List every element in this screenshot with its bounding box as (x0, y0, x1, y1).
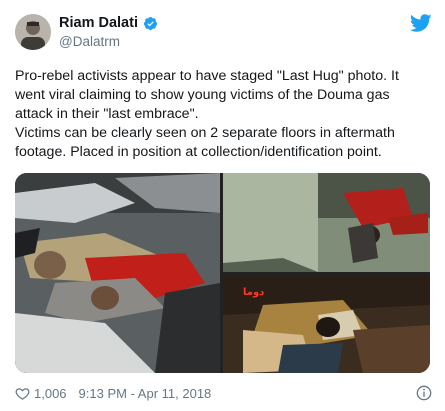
avatar-image (15, 14, 51, 50)
info-icon[interactable] (416, 385, 432, 401)
author-name-line: Riam Dalati (59, 15, 158, 31)
author-handle[interactable]: @Dalatrm (59, 34, 120, 49)
avatar[interactable] (15, 14, 51, 50)
photo-victims-floor (15, 173, 220, 373)
photo-child-red-shirt (223, 173, 430, 272)
twitter-bird-icon[interactable] (410, 12, 432, 34)
media-photo-right-bottom[interactable]: دوما (223, 275, 430, 373)
media-photo-left[interactable] (15, 173, 220, 373)
media-overlay-text: دوما (243, 287, 265, 298)
timestamp[interactable]: 9:13 PM - Apr 11, 2018 (79, 386, 212, 401)
verified-badge-icon (143, 16, 158, 30)
author-display-name[interactable]: Riam Dalati (59, 15, 138, 31)
tweet-text-paragraph-2: Victims can be clearly seen on 2 separat… (15, 125, 395, 160)
media-grid[interactable]: دوما (15, 173, 430, 373)
tweet-text-paragraph-1: Pro-rebel activists appear to have stage… (15, 68, 399, 122)
media-photo-right-top[interactable] (223, 173, 430, 272)
tweet-footer: 1,006 9:13 PM - Apr 11, 2018 (15, 386, 211, 401)
heart-icon[interactable] (15, 386, 30, 401)
like-count[interactable]: 1,006 (34, 386, 67, 401)
tweet-text: Pro-rebel activists appear to have stage… (15, 67, 430, 162)
tweet-card: Riam Dalati @Dalatrm Pro-rebel activists… (0, 0, 445, 411)
